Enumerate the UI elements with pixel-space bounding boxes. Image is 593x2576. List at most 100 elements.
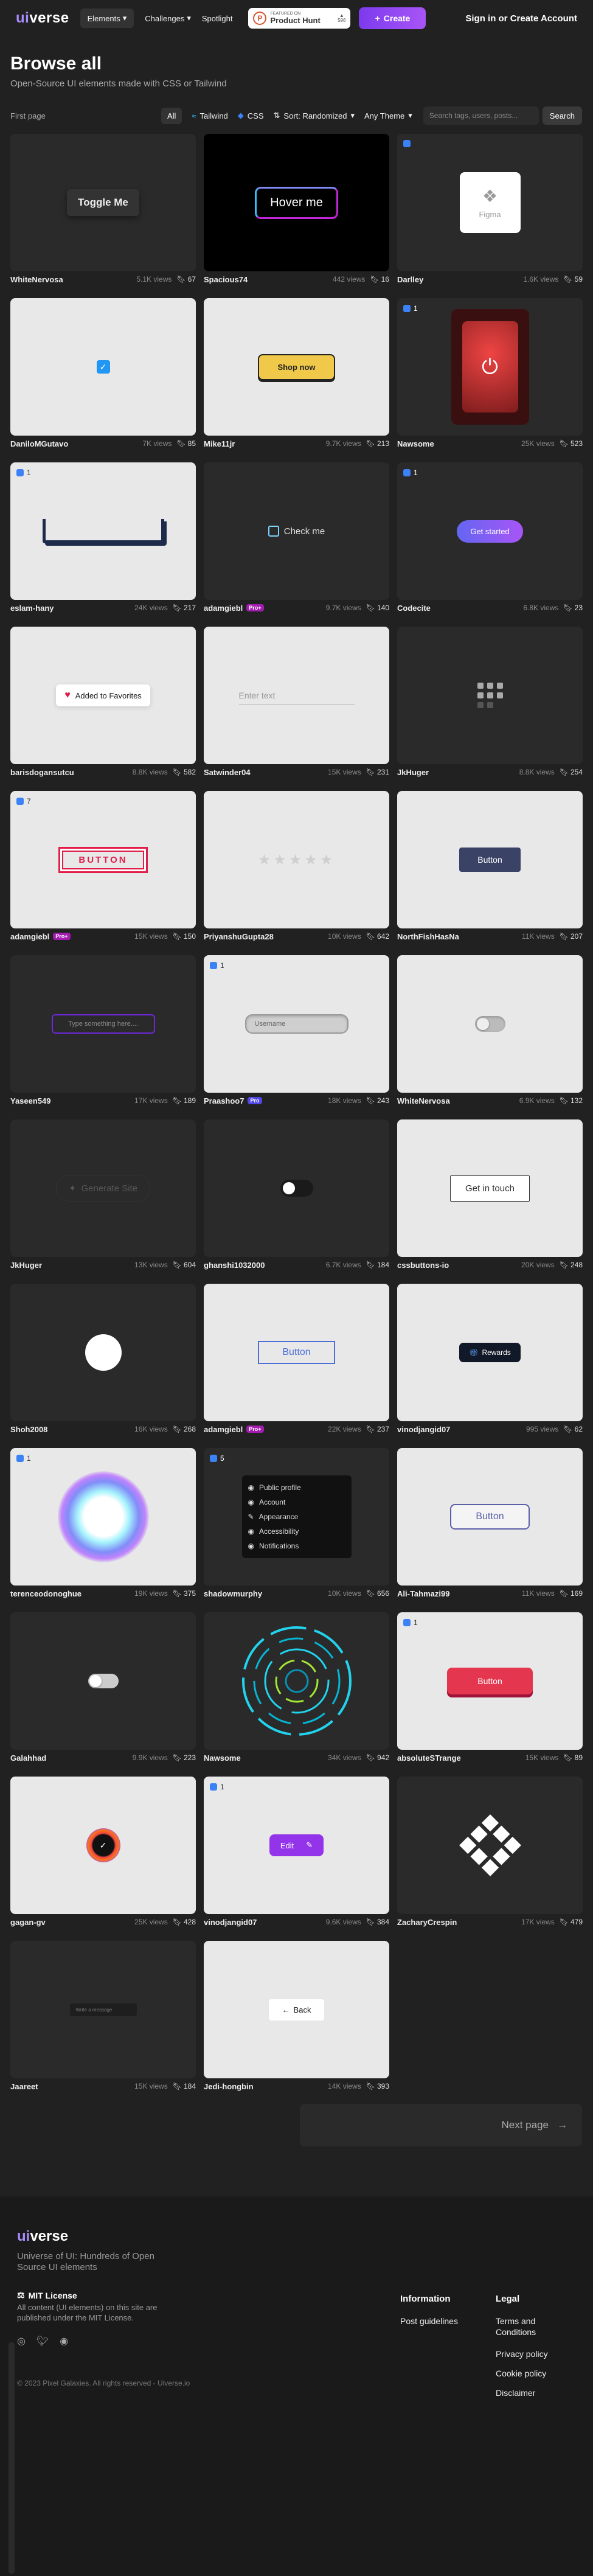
card-author[interactable]: adamgiebl [10, 932, 49, 941]
card-preview[interactable]: 7 BUTTON [10, 791, 196, 928]
bracket-button[interactable]: Button [258, 1341, 335, 1364]
disclaimer-link[interactable]: Disclaimer [496, 2387, 535, 2398]
card-preview[interactable]: 1 Button [397, 1612, 583, 1750]
card-author[interactable]: eslam-hany [10, 604, 54, 613]
get-in-touch-button[interactable]: Get in touch [450, 1175, 530, 1202]
card-author[interactable]: Jedi-hongbin [204, 2082, 254, 2091]
terms-link[interactable]: Terms and Conditions [496, 2316, 563, 2338]
card[interactable]: Galahhad 9.9K views 🔖︎ 223 [10, 1612, 196, 1766]
input-frame[interactable] [42, 519, 164, 543]
card-preview[interactable]: ✦ Generate Site [10, 1119, 196, 1257]
card-saves[interactable]: 🔖︎ 231 [366, 768, 389, 776]
card-author[interactable]: WhiteNervosa [10, 275, 63, 284]
card-preview[interactable]: Toggle Me [10, 134, 196, 271]
power-switch[interactable]: ⏻ [451, 309, 529, 425]
pressable-button[interactable]: Button [447, 1668, 533, 1694]
product-hunt-badge[interactable]: P FEATURED ON Product Hunt ▲ 596 [248, 8, 351, 29]
card-saves[interactable]: 🔖︎ 59 [563, 275, 583, 284]
card-author[interactable]: Yaseen549 [10, 1096, 51, 1105]
card-author[interactable]: Shoh2008 [10, 1425, 47, 1434]
menu-item[interactable]: ✎ Appearance [248, 1509, 345, 1524]
theme-dropdown[interactable]: Any Theme ▾ [364, 111, 412, 120]
card-saves[interactable]: 🔖︎ 213 [366, 439, 389, 448]
menu-item[interactable]: ◉ Public profile [248, 1480, 345, 1495]
card-preview[interactable]: Write a message [10, 1941, 196, 2078]
card-saves[interactable]: 🔖︎ 184 [366, 1261, 389, 1269]
card-preview[interactable] [10, 1612, 196, 1750]
card-preview[interactable]: ♥ Added to Favorites [10, 627, 196, 764]
card[interactable]: ★★★★★ PriyanshuGupta28 10K views 🔖︎ 642 [204, 791, 389, 944]
card-preview[interactable] [204, 1612, 389, 1750]
card-saves[interactable]: 🔖︎ 243 [366, 1096, 389, 1105]
card[interactable]: 7 BUTTON adamgiebl Pro+ 15K views 🔖︎ 150 [10, 791, 196, 944]
twitter-icon[interactable]: 🐦︎ [36, 2335, 49, 2347]
outline-button[interactable]: Button [450, 1504, 530, 1530]
menu-item[interactable]: ◉ Accessibility [248, 1524, 345, 1539]
card-saves[interactable]: 🔖︎ 254 [560, 768, 583, 776]
card-saves[interactable]: 🔖︎ 237 [366, 1425, 389, 1433]
card-preview[interactable]: ★★★★★ [204, 791, 389, 928]
toggle-switch[interactable] [280, 1180, 313, 1197]
card-author[interactable]: JkHuger [397, 768, 429, 777]
card-author[interactable]: Satwinder04 [204, 768, 251, 777]
card-preview[interactable]: 🎁︎ Rewards [397, 1284, 583, 1421]
card-saves[interactable]: 🔖︎ 642 [366, 932, 389, 941]
card-saves[interactable]: 🔖︎ 217 [173, 604, 196, 612]
card-author[interactable]: Nawsome [204, 1753, 241, 1763]
card-preview[interactable]: Button [204, 1284, 389, 1421]
card-preview[interactable]: Type something here.... [10, 955, 196, 1093]
card-saves[interactable]: 🔖︎ 479 [560, 1918, 583, 1926]
card-saves[interactable]: 🔖︎ 384 [366, 1918, 389, 1926]
card-preview[interactable]: ✓ [10, 298, 196, 436]
card-saves[interactable]: 🔖︎ 85 [176, 439, 196, 448]
card[interactable]: ghanshi1032000 6.7K views 🔖︎ 184 [204, 1119, 389, 1273]
card-saves[interactable]: 🔖︎ 428 [173, 1918, 196, 1926]
card-saves[interactable]: 🔖︎ 132 [560, 1096, 583, 1105]
card[interactable]: ZacharyCrespin 17K views 🔖︎ 479 [397, 1777, 583, 1930]
card-saves[interactable]: 🔖︎ 656 [366, 1589, 389, 1598]
card-saves[interactable]: 🔖︎ 523 [560, 439, 583, 448]
card[interactable]: ♥ Added to Favorites barisdogansutcu 8.8K… [10, 627, 196, 780]
card-preview[interactable]: 1 [10, 462, 196, 600]
signin-link[interactable]: Sign in or Create Account [465, 13, 577, 24]
card[interactable]: ✓ gagan-gv 25K views 🔖︎ 428 [10, 1777, 196, 1930]
filter-tailwind-button[interactable]: ≈ Tailwind [192, 111, 227, 120]
username-input[interactable]: Username [244, 1014, 349, 1034]
edit-button[interactable]: Edit ✎ [269, 1834, 324, 1856]
toggle-switch[interactable] [88, 1674, 119, 1688]
card[interactable]: Button NorthFishHasNa 11K views 🔖︎ 207 [397, 791, 583, 944]
footer-logo[interactable]: uiverse [17, 2228, 68, 2245]
card-saves[interactable]: 🔖︎ 248 [560, 1261, 583, 1269]
card-saves[interactable]: 🔖︎ 150 [173, 932, 196, 941]
card-author[interactable]: Spacious74 [204, 275, 248, 284]
card-preview[interactable]: Get in touch [397, 1119, 583, 1257]
hover-me-button[interactable]: Hover me [255, 186, 338, 219]
card[interactable]: ✦ Generate Site JkHuger 13K views 🔖︎ 604 [10, 1119, 196, 1273]
card-preview[interactable]: Button [397, 791, 583, 928]
card[interactable]: Hover me Spacious74 442 views 🔖︎ 16 [204, 134, 389, 287]
card-saves[interactable]: 🔖︎ 268 [173, 1425, 196, 1433]
card[interactable]: Button adamgiebl Pro+ 22K views 🔖︎ 237 [204, 1284, 389, 1437]
spotlight-link[interactable]: Spotlight [202, 14, 233, 23]
card-author[interactable]: JkHuger [10, 1261, 42, 1270]
card-saves[interactable]: 🔖︎ 169 [560, 1589, 583, 1598]
card-author[interactable]: Ali-Tahmazi99 [397, 1589, 449, 1598]
generate-site-button[interactable]: ✦ Generate Site [56, 1175, 150, 1201]
card[interactable]: 1 Get started Codecite 6.8K views 🔖︎ 23 [397, 462, 583, 616]
favorites-button[interactable]: ♥ Added to Favorites [56, 684, 150, 706]
card-saves[interactable]: 🔖︎ 184 [173, 2082, 196, 2090]
card-preview[interactable]: Button [397, 1448, 583, 1586]
search-input[interactable]: Search tags, users, posts... [423, 106, 539, 125]
card-author[interactable]: NorthFishHasNa [397, 932, 459, 941]
card-saves[interactable]: 🔖︎ 89 [563, 1753, 583, 1762]
card[interactable]: Check me adamgiebl Pro+ 9.7K views 🔖︎ 140 [204, 462, 389, 616]
card-saves[interactable]: 🔖︎ 223 [173, 1753, 196, 1762]
get-started-button[interactable]: Get started [457, 520, 523, 543]
text-input[interactable]: Type something here.... [51, 1014, 155, 1034]
card-author[interactable]: barisdogansutcu [10, 768, 74, 777]
checkbox-control[interactable]: Check me [268, 526, 325, 537]
card-preview[interactable]: 1 [10, 1448, 196, 1586]
card-preview[interactable] [397, 955, 583, 1093]
card-saves[interactable]: 🔖︎ 23 [563, 604, 583, 612]
card-preview[interactable]: ✓ [10, 1777, 196, 1914]
